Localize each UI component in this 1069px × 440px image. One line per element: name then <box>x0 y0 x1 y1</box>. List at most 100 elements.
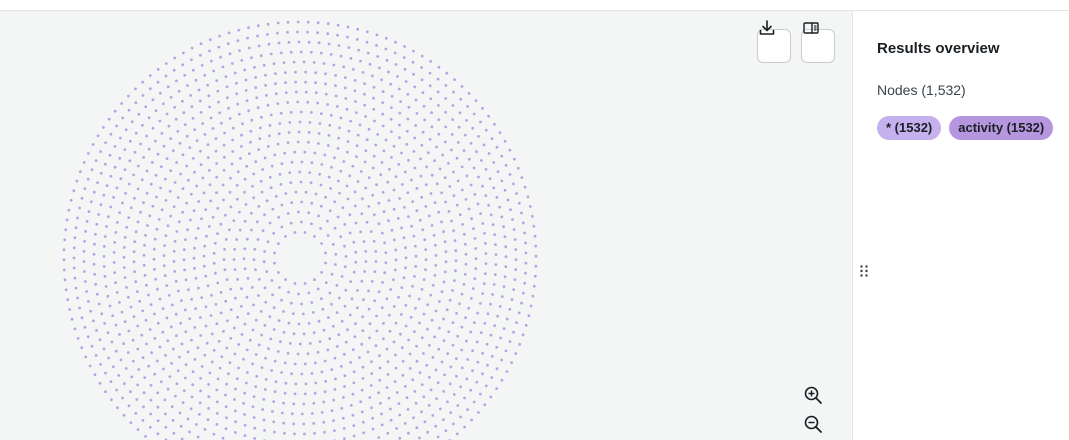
graph-node[interactable] <box>448 185 452 188</box>
graph-node[interactable] <box>222 329 225 333</box>
graph-node[interactable] <box>135 398 139 401</box>
graph-node[interactable] <box>494 263 498 266</box>
graph-node[interactable] <box>119 177 123 181</box>
graph-node[interactable] <box>405 396 409 400</box>
graph-node[interactable] <box>422 312 426 316</box>
graph-node[interactable] <box>156 287 159 291</box>
graph-node[interactable] <box>494 253 498 256</box>
graph-node[interactable] <box>293 282 297 285</box>
graph-node[interactable] <box>394 353 397 357</box>
graph-node[interactable] <box>371 193 374 197</box>
graph-node[interactable] <box>390 228 394 232</box>
graph-node[interactable] <box>307 40 311 44</box>
graph-node[interactable] <box>276 350 280 353</box>
graph-node[interactable] <box>116 221 119 224</box>
graph-node[interactable] <box>134 87 137 91</box>
graph-node[interactable] <box>316 350 320 354</box>
graph-node[interactable] <box>327 316 330 319</box>
graph-node[interactable] <box>252 416 256 419</box>
graph-node[interactable] <box>320 163 324 166</box>
graph-node[interactable] <box>159 91 162 95</box>
graph-node[interactable] <box>378 354 381 358</box>
graph-node[interactable] <box>195 423 198 426</box>
graph-node[interactable] <box>371 416 374 420</box>
graph-node[interactable] <box>444 429 448 432</box>
graph-node[interactable] <box>354 100 357 103</box>
graph-node[interactable] <box>194 307 198 310</box>
graph-node[interactable] <box>203 244 207 248</box>
graph-node[interactable] <box>183 308 187 312</box>
graph-node[interactable] <box>333 356 337 360</box>
graph-node[interactable] <box>182 111 186 115</box>
graph-node[interactable] <box>306 20 310 24</box>
graph-node[interactable] <box>194 236 198 240</box>
graph-node[interactable] <box>242 402 246 405</box>
graph-node[interactable] <box>342 427 346 430</box>
graph-node[interactable] <box>367 205 371 208</box>
graph-node[interactable] <box>183 268 187 272</box>
graph-node[interactable] <box>524 271 527 275</box>
graph-node[interactable] <box>76 216 79 220</box>
graph-node[interactable] <box>87 210 91 214</box>
graph-node[interactable] <box>292 332 296 336</box>
graph-node[interactable] <box>184 278 188 282</box>
graph-node[interactable] <box>134 131 138 135</box>
graph-node[interactable] <box>322 62 326 65</box>
graph-node[interactable] <box>470 418 473 422</box>
graph-node[interactable] <box>228 361 232 365</box>
graph-node[interactable] <box>240 145 243 148</box>
graph-node[interactable] <box>421 228 425 232</box>
graph-node[interactable] <box>313 151 317 155</box>
graph-node[interactable] <box>266 103 270 107</box>
graph-node[interactable] <box>333 388 337 391</box>
graph-node[interactable] <box>460 366 464 370</box>
graph-node[interactable] <box>462 149 466 153</box>
graph-node[interactable] <box>185 201 189 205</box>
graph-node[interactable] <box>336 23 340 27</box>
graph-node[interactable] <box>83 240 86 243</box>
graph-node[interactable] <box>99 203 103 207</box>
graph-node[interactable] <box>340 275 344 278</box>
graph-node[interactable] <box>218 111 222 115</box>
graph-node[interactable] <box>294 190 298 194</box>
graph-node[interactable] <box>306 100 310 104</box>
graph-node[interactable] <box>183 376 187 380</box>
graph-node[interactable] <box>68 308 72 311</box>
graph-node[interactable] <box>428 71 432 75</box>
graph-node[interactable] <box>333 226 337 230</box>
graph-node[interactable] <box>474 257 478 260</box>
graph-node[interactable] <box>335 284 339 287</box>
graph-node[interactable] <box>252 395 256 398</box>
graph-node[interactable] <box>446 352 450 355</box>
graph-node[interactable] <box>103 322 106 325</box>
graph-node[interactable] <box>464 242 467 246</box>
graph-node[interactable] <box>500 215 504 219</box>
graph-node[interactable] <box>272 420 276 424</box>
graph-node[interactable] <box>455 357 458 360</box>
graph-node[interactable] <box>274 195 278 198</box>
graph-node[interactable] <box>454 259 458 263</box>
graph-node[interactable] <box>397 163 401 166</box>
graph-node[interactable] <box>225 346 229 350</box>
graph-node[interactable] <box>263 388 267 391</box>
graph-node[interactable] <box>533 234 537 238</box>
graph-node[interactable] <box>388 167 391 171</box>
graph-node[interactable] <box>165 316 169 320</box>
graph-node[interactable] <box>469 297 473 300</box>
graph-node[interactable] <box>380 423 384 427</box>
graph-node[interactable] <box>303 432 306 436</box>
graph-node[interactable] <box>236 315 240 319</box>
graph-node[interactable] <box>328 123 332 127</box>
graph-node[interactable] <box>456 334 460 338</box>
graph-node[interactable] <box>140 178 144 182</box>
graph-node[interactable] <box>246 371 249 374</box>
graph-node[interactable] <box>320 297 323 301</box>
graph-node[interactable] <box>344 288 348 292</box>
graph-node[interactable] <box>307 211 311 215</box>
graph-node[interactable] <box>434 254 438 257</box>
graph-node[interactable] <box>143 273 147 277</box>
graph-node[interactable] <box>208 105 212 109</box>
graph-node[interactable] <box>144 318 148 322</box>
graph-node[interactable] <box>423 118 426 122</box>
graph-node[interactable] <box>424 248 428 252</box>
